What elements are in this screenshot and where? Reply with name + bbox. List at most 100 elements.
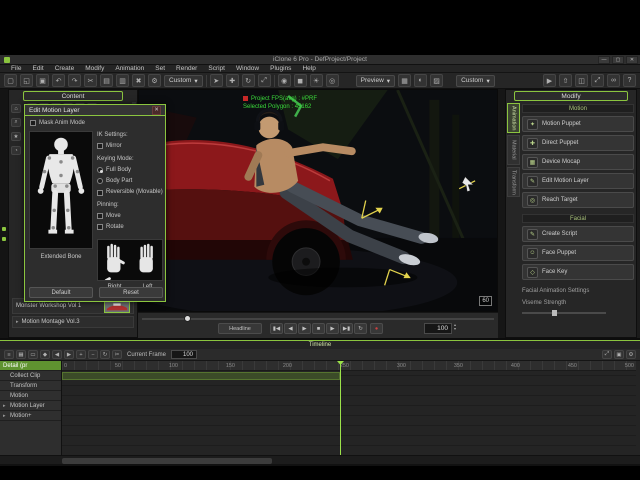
timeline-settings-icon[interactable]: ⚙: [626, 350, 636, 359]
preferences-icon[interactable]: ⚙: [148, 74, 161, 87]
create-script-button[interactable]: ✎ Create Script: [522, 226, 634, 242]
timeline-clip[interactable]: [62, 372, 340, 380]
cut-icon[interactable]: ✂: [84, 74, 97, 87]
headline-button[interactable]: Headline: [218, 323, 262, 334]
hands-figure[interactable]: [98, 240, 162, 282]
snap-icon[interactable]: ▣: [614, 350, 624, 359]
collect-clip-icon[interactable]: ▭: [28, 350, 38, 359]
search-icon[interactable]: ⌕: [11, 118, 21, 127]
export-icon[interactable]: ⇧: [559, 74, 572, 87]
shadow-view-icon[interactable]: ◐: [414, 74, 428, 87]
go-to-start-button[interactable]: ▮◀: [270, 323, 283, 334]
previous-frame-button[interactable]: ◀: [284, 323, 297, 334]
menu-item[interactable]: Window: [231, 65, 264, 73]
full-body-radio[interactable]: Full Body: [97, 166, 163, 174]
copy-icon[interactable]: ▤: [100, 74, 113, 87]
texture-view-icon[interactable]: ▨: [430, 74, 444, 87]
custom-toolbar-select-1[interactable]: Custom ▾: [164, 74, 203, 87]
dialog-title-bar[interactable]: Edit Motion Layer ✕: [25, 105, 165, 116]
menu-item[interactable]: File: [6, 65, 26, 73]
mirror-checkbox[interactable]: Mirror: [97, 142, 163, 150]
tab-material[interactable]: Material: [507, 135, 520, 165]
track-row-collect-clip[interactable]: Collect Clip: [0, 371, 61, 381]
undo-icon[interactable]: ↶: [52, 74, 65, 87]
edit-motion-layer-button[interactable]: ✎ Edit Motion Layer: [522, 173, 634, 189]
viewport-scene[interactable]: [139, 90, 497, 311]
delete-icon[interactable]: ✖: [132, 74, 145, 87]
direct-puppet-button[interactable]: ✚ Direct Puppet: [522, 135, 634, 151]
zoom-fit-icon[interactable]: ⤢: [602, 350, 612, 359]
checkbox-icon[interactable]: [97, 224, 103, 230]
timeline-title[interactable]: Timeline: [0, 341, 640, 349]
frame-number-input[interactable]: 100: [424, 323, 452, 334]
custom-toolbar-select-2[interactable]: Custom ▾: [456, 74, 495, 87]
maximize-button[interactable]: ▢: [612, 56, 624, 64]
face-key-button[interactable]: ◇ Face Key: [522, 264, 634, 280]
loop-button[interactable]: ↻: [354, 323, 367, 334]
timeline-ruler[interactable]: 0 50 100 150 200 250 300 350 400 450 500: [62, 361, 636, 371]
extended-bone-button[interactable]: Extended Bone: [29, 253, 93, 261]
snapshot-icon[interactable]: ◫: [575, 74, 588, 87]
reversible-checkbox[interactable]: Reversible (Movable): [97, 189, 163, 196]
dock-handle-icon[interactable]: [2, 237, 6, 241]
menu-item[interactable]: Edit: [27, 65, 48, 73]
menu-item[interactable]: Animation: [110, 65, 149, 73]
go-to-end-button[interactable]: ▶▮: [340, 323, 353, 334]
help-icon[interactable]: ?: [623, 74, 636, 87]
dialog-close-button[interactable]: ✕: [152, 105, 161, 115]
track-list-icon[interactable]: ≡: [4, 350, 14, 359]
frame-stepper[interactable]: ▴ ▾: [454, 323, 456, 331]
time-slider-knob[interactable]: [184, 315, 191, 322]
add-key-icon[interactable]: ◆: [40, 350, 50, 359]
pin-move-checkbox[interactable]: Move: [97, 212, 163, 220]
open-project-icon[interactable]: ◱: [20, 74, 33, 87]
viseme-strength-slider[interactable]: [522, 310, 606, 316]
stop-button[interactable]: ■: [312, 323, 325, 334]
reach-target-button[interactable]: ◎ Reach Target: [522, 192, 634, 208]
menu-item[interactable]: Script: [203, 65, 230, 73]
body-map-figure[interactable]: [30, 132, 92, 248]
previous-key-icon[interactable]: ◀: [52, 350, 62, 359]
preview-mode-select[interactable]: Preview ▾: [355, 74, 396, 87]
next-key-icon[interactable]: ▶: [64, 350, 74, 359]
radio-icon[interactable]: [97, 167, 103, 173]
play-button[interactable]: ▶: [298, 323, 311, 334]
select-tool-icon[interactable]: ➤: [209, 74, 223, 87]
tab-animation[interactable]: Animation: [507, 103, 520, 133]
default-button[interactable]: Default: [29, 287, 93, 298]
motion-puppet-button[interactable]: ✦ Motion Puppet: [522, 116, 634, 132]
slider-handle[interactable]: [552, 310, 557, 316]
checkbox-icon[interactable]: [97, 213, 103, 219]
add-camera-icon[interactable]: ◎: [325, 74, 339, 87]
loop-icon[interactable]: ↻: [100, 350, 110, 359]
add-prop-icon[interactable]: ◼: [293, 74, 307, 87]
redo-icon[interactable]: ↷: [68, 74, 81, 87]
pin-rotate-checkbox[interactable]: Rotate: [97, 223, 163, 231]
track-row-transform[interactable]: Transform: [0, 381, 61, 391]
time-slider[interactable]: [142, 318, 494, 320]
modify-panel-header[interactable]: Modify: [514, 91, 628, 101]
body-part-radio[interactable]: Body Part: [97, 177, 163, 185]
zoom-in-icon[interactable]: +: [76, 350, 86, 359]
add-avatar-icon[interactable]: ◉: [277, 74, 291, 87]
mask-anim-mode-checkbox[interactable]: Mask Anim Mode: [30, 119, 85, 127]
library-item-motion-montage[interactable]: ▸ Motion Montage Vol.3: [12, 316, 134, 328]
checkbox-icon[interactable]: [97, 190, 103, 196]
face-puppet-button[interactable]: ☺ Face Puppet: [522, 245, 634, 261]
track-row-motion-plus[interactable]: ▸ Motion+: [0, 411, 61, 421]
viewport[interactable]: Project FPS(avg) : #PRF Selected Polygon…: [138, 89, 498, 312]
paste-icon[interactable]: ▥: [116, 74, 129, 87]
step-down-icon[interactable]: ▾: [454, 327, 456, 331]
content-panel-header[interactable]: Content: [23, 91, 123, 101]
next-frame-button[interactable]: ▶: [326, 323, 339, 334]
menu-item[interactable]: Help: [297, 65, 320, 73]
checkbox-icon[interactable]: [97, 143, 103, 149]
object-related-tracks-icon[interactable]: ▦: [16, 350, 26, 359]
minimize-button[interactable]: —: [598, 56, 610, 64]
new-project-icon[interactable]: ▢: [4, 74, 17, 87]
break-clip-icon[interactable]: ✂: [112, 350, 122, 359]
add-light-icon[interactable]: ☀: [309, 74, 323, 87]
scale-tool-icon[interactable]: ⤢: [257, 74, 271, 87]
device-mocap-button[interactable]: ▦ Device Mocap: [522, 154, 634, 170]
playhead[interactable]: [340, 361, 341, 455]
